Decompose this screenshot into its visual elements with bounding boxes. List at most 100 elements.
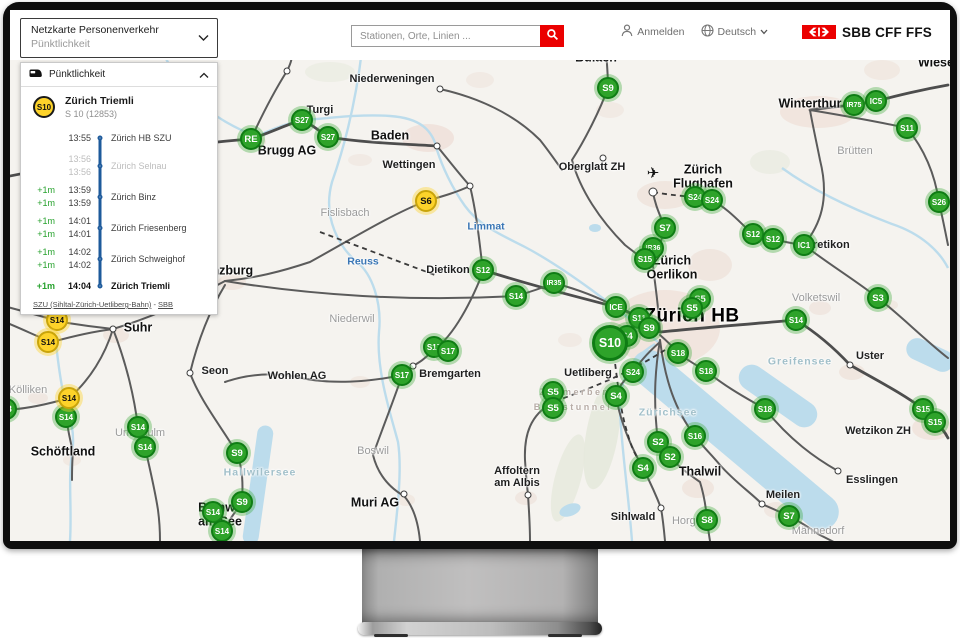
map-label-uetliberg: Uetliberg: [564, 368, 612, 380]
map-badge-ic5[interactable]: IC5: [865, 90, 887, 112]
map-badge-s26[interactable]: S26: [928, 191, 950, 213]
stop-row: +1m14:04Zürich Triemli: [27, 274, 217, 298]
map-label-br-tten: Brütten: [837, 146, 872, 158]
stop-delay: +1m+1m: [27, 246, 55, 270]
station-dot: [437, 86, 444, 93]
map-badge-s7[interactable]: S7: [778, 505, 800, 527]
search-button[interactable]: [540, 25, 564, 47]
map-badge-s14[interactable]: S14: [127, 416, 149, 438]
station-dot: [284, 68, 291, 75]
map-badge-s2[interactable]: S2: [659, 446, 681, 468]
map-badge-s16[interactable]: S16: [684, 425, 706, 447]
chevron-down-icon: [760, 26, 768, 38]
map-badge-ic1[interactable]: IC1: [793, 234, 815, 256]
map-badge-s17[interactable]: S17: [437, 340, 459, 362]
map-label-sch-ftland: Schöftland: [31, 445, 96, 459]
timeline-node: [91, 212, 109, 243]
map-label-hallwilersee: Hallwilersee: [224, 467, 297, 478]
panel-header[interactable]: Pünktlichkeit: [21, 63, 217, 87]
map-badge-s11[interactable]: S11: [896, 117, 918, 139]
train-line-badge: S10: [33, 96, 55, 118]
timeline-dot: [98, 256, 103, 261]
monitor-stand-neck: [362, 549, 598, 624]
map-badge-s14[interactable]: S14: [211, 520, 233, 541]
map-badge-s7[interactable]: S7: [654, 217, 676, 239]
map-badge-s18[interactable]: S18: [667, 342, 689, 364]
map-label-affoltern-am-albis: Affoltern am Albis: [494, 466, 540, 490]
language-selector[interactable]: Deutsch: [701, 24, 769, 40]
airplane-icon: ✈: [647, 164, 660, 182]
stop-name: Zürich Friesenberg: [109, 223, 217, 233]
map-badge-s15[interactable]: S15: [634, 248, 656, 270]
timeline-dot: [98, 284, 103, 289]
layer-select-dropdown[interactable]: Netzkarte Personenverkehr Pünktlichkeit: [20, 18, 218, 58]
map-label-z-rich-flughafen: Zürich Flughafen: [673, 164, 733, 191]
map-label-fislisbach: Fislisbach: [321, 208, 370, 220]
chevron-down-icon: [198, 29, 209, 47]
map-badge-s27[interactable]: S27: [291, 109, 313, 131]
train-name: Zürich Triemli: [65, 95, 134, 107]
map-badge-s24[interactable]: S24: [701, 189, 723, 211]
map-label-dietikon: Dietikon: [426, 265, 469, 277]
map-badge-s14[interactable]: S14: [785, 309, 807, 331]
search-input[interactable]: [351, 25, 540, 47]
map-label-uster: Uster: [856, 351, 884, 363]
timeline-dot: [98, 225, 103, 230]
stop-name: Zürich Selnau: [109, 161, 217, 171]
map-badge-s4[interactable]: S4: [605, 385, 627, 407]
stop-delay: +1m+1m: [27, 215, 55, 239]
map-badge-s12[interactable]: S12: [762, 228, 784, 250]
map-label-muri-ag: Muri AG: [351, 496, 399, 510]
sbb-logo[interactable]: SBB CFF FFS: [802, 25, 932, 40]
map-label-wetzikon-zh: Wetzikon ZH: [845, 426, 911, 438]
sbb-link[interactable]: SBB: [158, 300, 173, 309]
map-label-bremgarten: Bremgarten: [419, 369, 481, 381]
map-badge-s14[interactable]: S14: [58, 387, 80, 409]
map-badge-s8[interactable]: S8: [10, 398, 17, 420]
map-badge-s5[interactable]: S5: [681, 297, 703, 319]
stop-time: 14:04: [55, 280, 91, 292]
map-badge-ir75[interactable]: IR75: [843, 94, 865, 116]
map-badge-re[interactable]: RE: [240, 128, 262, 150]
timeline-node: [91, 181, 109, 212]
map-badge-s6[interactable]: S6: [415, 190, 437, 212]
map-badge-s12[interactable]: S12: [472, 259, 494, 281]
map-badge-s10[interactable]: S10: [592, 325, 628, 361]
map-badge-s9[interactable]: S9: [231, 491, 253, 513]
map-badge-s9[interactable]: S9: [226, 442, 248, 464]
monitor-foot-left: [374, 634, 408, 637]
szu-link[interactable]: SZU (Sihltal-Zürich-Uetliberg-Bahn): [33, 300, 151, 309]
map-label-wettingen: Wettingen: [383, 160, 436, 172]
map-badge-s15[interactable]: S15: [924, 411, 946, 433]
map-badge-s14[interactable]: S14: [37, 331, 59, 353]
stop-row: 13:55Zürich HB SZU: [27, 126, 217, 150]
station-dot: [401, 491, 408, 498]
map-badge-ice[interactable]: ICE: [605, 296, 627, 318]
timeline-node: [91, 126, 109, 150]
layer-select-title: Netzkarte Personenverkehr: [31, 24, 193, 36]
map-badge-s8[interactable]: S8: [696, 509, 718, 531]
stop-time: 14:0114:01: [55, 215, 91, 239]
map-badge-s24[interactable]: S24: [622, 361, 644, 383]
map-badge-s3[interactable]: S3: [867, 287, 889, 309]
station-dot: [835, 468, 842, 475]
map-label-volketswil: Volketswil: [792, 293, 840, 305]
stop-row: +1m+1m14:0114:01 Zürich Friesenberg: [27, 212, 217, 243]
map-badge-s9[interactable]: S9: [597, 77, 619, 99]
map-badge-s12[interactable]: S12: [742, 223, 764, 245]
map-badge-s9[interactable]: S9: [638, 317, 660, 339]
map-badge-s14[interactable]: S14: [134, 436, 156, 458]
map-badge-s17[interactable]: S17: [391, 364, 413, 386]
station-dot: [600, 155, 607, 162]
map-badge-s18[interactable]: S18: [754, 398, 776, 420]
map-badge-s27[interactable]: S27: [317, 126, 339, 148]
map-badge-ir35[interactable]: IR35: [543, 272, 565, 294]
map-label-oberglatt-zh: Oberglatt ZH: [559, 162, 626, 174]
sbb-logo-text: SBB CFF FFS: [842, 25, 932, 40]
map-badge-s14[interactable]: S14: [55, 406, 77, 428]
map-badge-s14[interactable]: S14: [505, 285, 527, 307]
login-button[interactable]: Anmelden: [621, 24, 684, 40]
map-badge-s18[interactable]: S18: [695, 360, 717, 382]
map-badge-s5[interactable]: S5: [542, 397, 564, 419]
map-badge-s4[interactable]: S4: [632, 457, 654, 479]
